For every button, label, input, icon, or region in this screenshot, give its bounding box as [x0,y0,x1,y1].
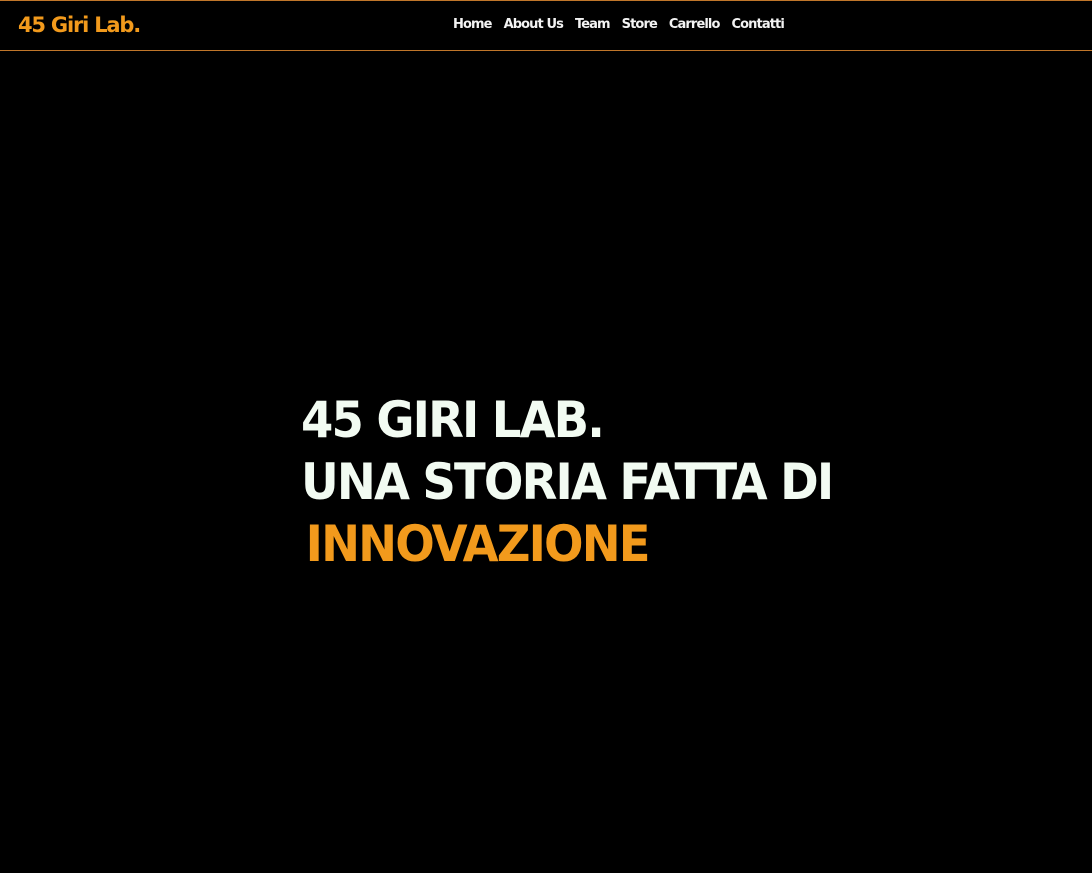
nav-link-team[interactable]: Team [575,17,611,32]
nav-link-home[interactable]: Home [453,17,492,32]
brand-logo-link[interactable]: 45 Giri Lab. [18,13,141,37]
nav-link-store[interactable]: Store [622,17,658,32]
nav-link-carrello[interactable]: Carrello [669,17,721,32]
nav-link-contatti[interactable]: Contatti [732,17,785,32]
hero-highlight-word: INNOVAZIONE [305,515,651,574]
hero-title-line-1: 45 GIRI LAB. [301,391,605,450]
main-nav: Home About Us Team Store Carrello Contat… [453,17,785,32]
hero-title-line-2: UNA STORIA FATTA DI [301,453,834,512]
nav-link-about-us[interactable]: About Us [504,17,564,32]
top-navbar: 45 Giri Lab. Home About Us Team Store Ca… [0,0,1092,51]
hero-heading: 45 GIRI LAB. UNA STORIA FATTA DI INNOVAZ… [301,389,834,575]
